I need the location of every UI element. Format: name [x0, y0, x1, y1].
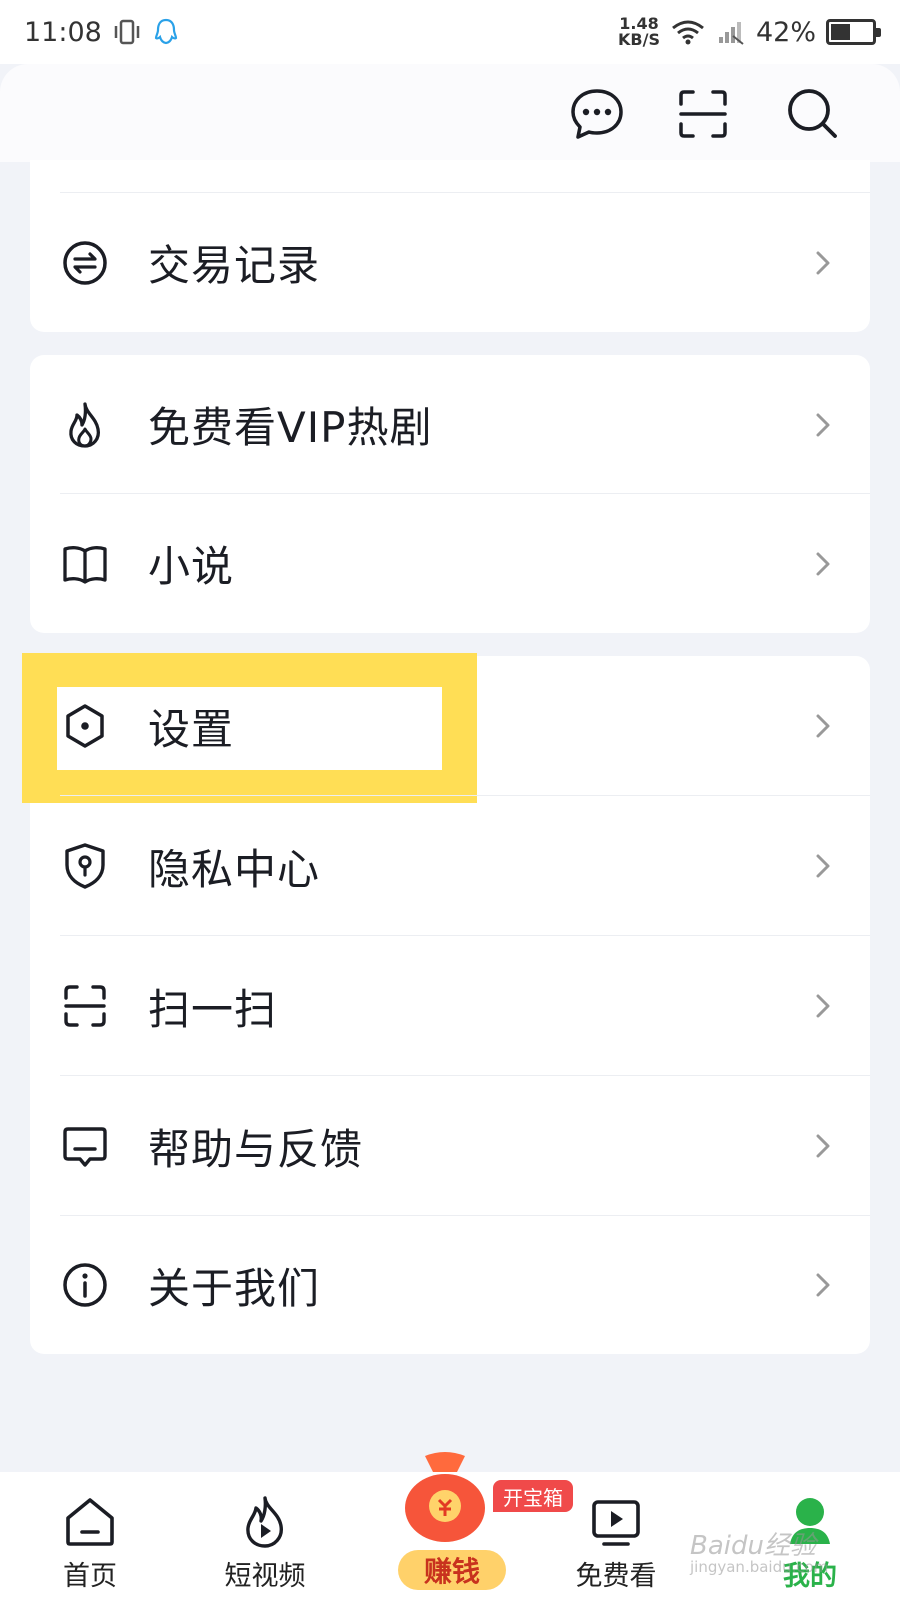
menu-label-settings: 设置 — [148, 704, 235, 754]
chevron-right-icon — [816, 994, 830, 1018]
top-header — [0, 64, 900, 162]
menu-item-settings[interactable]: 设置 — [30, 656, 870, 796]
menu-label-about: 关于我们 — [148, 1263, 321, 1313]
menu-label-free-vip: 免费看VIP热剧 — [148, 403, 433, 452]
menu-label-help: 帮助与反馈 — [148, 1124, 364, 1174]
battery-percent: 42% — [755, 16, 816, 48]
watermark-url: jingyan.baidu.com — [690, 1558, 829, 1576]
flame-icon — [69, 401, 100, 448]
earn-badge: 开宝箱 — [493, 1480, 573, 1512]
status-right: 1.48 KB/S 42% — [618, 16, 881, 48]
menu-label-scan: 扫一扫 — [148, 984, 278, 1034]
chevron-right-icon — [816, 1134, 830, 1158]
money-bag-icon — [405, 1452, 485, 1542]
settings-list: 设置 隐私中心 扫一扫 帮助与反馈 关于我们 — [30, 656, 870, 1354]
menu-item-about[interactable]: 关于我们 — [30, 1216, 870, 1354]
menu-item-scan[interactable]: 扫一扫 — [30, 936, 870, 1076]
nav-home-label: 首页 — [63, 1561, 117, 1592]
menu-item-help[interactable]: 帮助与反馈 — [30, 1076, 870, 1216]
chevron-right-icon — [816, 714, 830, 738]
transaction-icon — [63, 240, 107, 285]
scan-icon[interactable] — [673, 84, 733, 144]
message-icon[interactable] — [567, 84, 627, 144]
scan-icon — [64, 985, 106, 1027]
status-time: 11:08 — [24, 16, 102, 48]
chevron-right-icon — [816, 1273, 830, 1297]
battery-icon — [826, 19, 881, 45]
info-icon — [63, 1263, 107, 1307]
feedback-icon — [63, 1127, 107, 1167]
menu-label-transaction: 交易记录 — [148, 241, 321, 290]
status-bar: 11:08 1.48 KB/S 42% — [0, 0, 900, 64]
card-account: 交易记录 — [30, 160, 870, 332]
home-icon — [66, 1498, 114, 1546]
nav-short-video-label: 短视频 — [224, 1561, 306, 1592]
chevron-right-icon — [816, 854, 830, 878]
menu-item-novel[interactable]: 小说 — [30, 494, 870, 633]
signal-icon — [718, 22, 744, 45]
nav-home[interactable]: 首页 — [20, 1472, 160, 1600]
qq-icon — [154, 18, 177, 45]
menu-item-free-vip[interactable]: 免费看VIP热剧 — [30, 355, 870, 494]
chevron-right-icon — [816, 552, 830, 575]
search-icon[interactable] — [783, 84, 843, 144]
wifi-icon — [672, 20, 704, 45]
menu-label-privacy: 隐私中心 — [148, 844, 321, 894]
net-speed-unit: KB/S — [618, 30, 660, 49]
book-icon — [63, 545, 107, 584]
chevron-right-icon — [816, 413, 830, 436]
nav-earn-label: 赚钱 — [398, 1550, 506, 1590]
menu-item-transaction[interactable]: 交易记录 — [30, 193, 870, 332]
privacy-shield-icon — [65, 843, 105, 889]
nav-free-watch-label: 免费看 — [575, 1561, 657, 1592]
nav-short-video[interactable]: 短视频 — [195, 1472, 335, 1600]
card-content: 免费看VIP热剧 小说 — [30, 355, 870, 633]
chevron-right-icon — [816, 251, 830, 274]
watermark-brand: Baidu经验 — [690, 1531, 816, 1561]
settings-hexagon-icon — [66, 704, 104, 748]
tv-play-icon — [592, 1500, 640, 1546]
menu-label-novel: 小说 — [148, 542, 235, 591]
network-speed: 1.48 KB/S — [618, 16, 660, 48]
short-video-flame-icon — [246, 1496, 283, 1548]
menu-item-privacy[interactable]: 隐私中心 — [30, 796, 870, 936]
vibrate-icon — [114, 19, 140, 45]
status-left: 11:08 — [24, 17, 180, 48]
